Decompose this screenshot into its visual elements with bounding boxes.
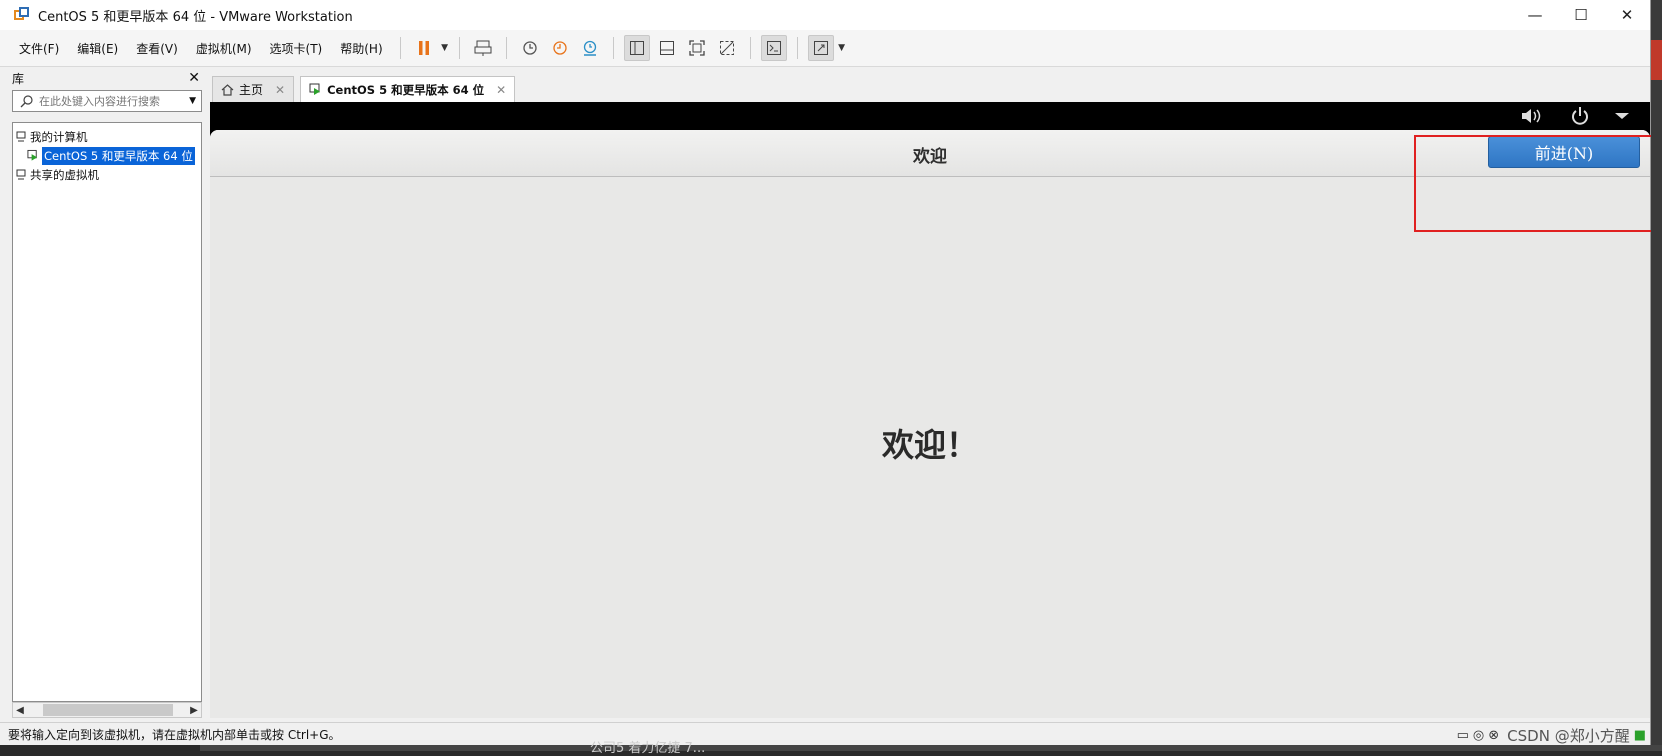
menu-vm[interactable]: 虚拟机(M) — [187, 40, 261, 57]
background-window-edge — [1651, 0, 1662, 751]
scroll-left-icon[interactable]: ◀ — [13, 705, 27, 716]
tree-item-shared-vms[interactable]: 共享的虚拟机 — [13, 165, 201, 184]
library-close-button[interactable]: ✕ — [188, 70, 200, 86]
revert-snapshot-button[interactable] — [547, 35, 573, 61]
scroll-right-icon[interactable]: ▶ — [187, 705, 201, 716]
library-title: 库 — [12, 71, 25, 86]
menu-toolbar: 文件(F) 编辑(E) 查看(V) 虚拟机(M) 选项卡(T) 帮助(H) ▼ — [0, 30, 1650, 67]
tab-label: CentOS 5 和更早版本 64 位 — [327, 82, 485, 97]
window-controls: — ☐ ✕ — [1512, 0, 1650, 30]
power-icon[interactable] — [1568, 106, 1592, 126]
tree-item-label: 我的计算机 — [30, 129, 88, 144]
minimize-button[interactable]: — — [1512, 0, 1558, 30]
show-thumbnail-bar-button[interactable] — [654, 35, 680, 61]
keyboard-send-icon — [474, 40, 492, 56]
vm-running-icon — [309, 83, 322, 96]
revert-snapshot-icon — [552, 41, 567, 55]
full-screen-icon — [688, 40, 705, 56]
library-search-input[interactable] — [35, 93, 185, 109]
tree-item-vm-centos[interactable]: CentOS 5 和更早版本 64 位 — [13, 146, 201, 165]
library-search: ▼ — [12, 90, 202, 112]
tab-vm-centos[interactable]: CentOS 5 和更早版本 64 位 ✕ — [300, 76, 516, 102]
welcome-heading: 欢迎！ — [881, 426, 978, 464]
title-bar: CentOS 5 和更早版本 64 位 - VMware Workstation… — [0, 0, 1650, 30]
close-button[interactable]: ✕ — [1604, 0, 1650, 30]
device-status-icons: ▭ ◎ ⊗ CSDN @郑小方醒 ■ — [1457, 725, 1646, 745]
snapshot-manager-icon — [583, 40, 596, 56]
send-ctrl-alt-del-button[interactable] — [470, 35, 496, 61]
library-horizontal-scrollbar[interactable]: ◀ ▶ — [12, 702, 202, 718]
menu-tabs[interactable]: 选项卡(T) — [261, 40, 332, 57]
tab-home[interactable]: 主页 ✕ — [212, 76, 295, 102]
console-view-button[interactable] — [760, 35, 787, 61]
chevron-down-icon[interactable] — [1614, 111, 1630, 121]
menu-help[interactable]: 帮助(H) — [331, 40, 391, 57]
tab-close-icon[interactable]: ✕ — [496, 83, 506, 97]
search-icon — [20, 95, 33, 108]
watermark-text: CSDN @郑小方醒 — [1507, 727, 1630, 745]
background-window-accent — [1651, 40, 1662, 80]
home-icon — [221, 83, 234, 96]
stretch-icon — [813, 41, 828, 55]
vmware-logo-icon — [14, 7, 30, 23]
tab-bar: 主页 ✕ CentOS 5 和更早版本 64 位 ✕ — [212, 74, 521, 102]
toolbar-separator — [796, 37, 798, 59]
toolbar-separator — [458, 37, 460, 59]
library-header: 库 ✕ — [8, 68, 204, 88]
computer-icon — [15, 131, 27, 143]
stretch-dropdown-icon[interactable]: ▼ — [836, 35, 848, 61]
status-bar: 要将输入定向到该虚拟机，请在虚拟机内部单击或按 Ctrl+G。 ▭ ◎ ⊗ CS… — [0, 722, 1650, 745]
unity-button[interactable] — [714, 35, 740, 61]
snapshot-manager-button[interactable] — [577, 35, 603, 61]
menu-view[interactable]: 查看(V) — [127, 40, 187, 57]
terminal-icon — [766, 41, 781, 55]
pause-button[interactable] — [411, 35, 437, 61]
scroll-thumb[interactable] — [43, 704, 173, 716]
thumbnail-view-icon — [659, 41, 674, 55]
library-tree: 我的计算机 CentOS 5 和更早版本 64 位 共享的虚拟机 — [12, 122, 202, 702]
vm-running-icon — [27, 149, 39, 162]
background-window-strip — [200, 745, 1662, 751]
pause-icon — [418, 41, 429, 55]
snapshot-icon — [522, 41, 537, 55]
background-window-text: 公司5 着力亿捷 7... — [590, 741, 706, 756]
network-icon[interactable]: ⊗ — [1488, 728, 1499, 743]
status-message: 要将输入定向到该虚拟机，请在虚拟机内部单击或按 Ctrl+G。 — [8, 728, 341, 742]
message-icon[interactable]: ■ — [1634, 728, 1646, 743]
menu-edit[interactable]: 编辑(E) — [68, 40, 127, 57]
shared-vm-icon — [15, 169, 27, 181]
volume-icon[interactable] — [1520, 107, 1546, 125]
stretch-guest-button[interactable] — [807, 35, 834, 61]
cd-rom-icon[interactable]: ◎ — [1473, 728, 1484, 743]
toolbar-separator — [399, 37, 401, 59]
search-dropdown-icon[interactable]: ▼ — [184, 96, 201, 106]
vmware-window: CentOS 5 和更早版本 64 位 - VMware Workstation… — [0, 0, 1651, 745]
library-view-icon — [629, 41, 644, 55]
tree-item-label: 共享的虚拟机 — [30, 167, 99, 182]
unity-icon — [719, 41, 734, 55]
hard-disk-icon[interactable]: ▭ — [1457, 728, 1469, 743]
tree-item-my-computer[interactable]: 我的计算机 — [13, 127, 201, 146]
snapshot-button[interactable] — [517, 35, 543, 61]
toolbar-separator — [505, 37, 507, 59]
menu-file[interactable]: 文件(F) — [10, 40, 68, 57]
full-screen-button[interactable] — [684, 35, 710, 61]
toolbar-separator — [749, 37, 751, 59]
toolbar-separator — [612, 37, 614, 59]
tab-label: 主页 — [239, 83, 264, 97]
window-title: CentOS 5 和更早版本 64 位 - VMware Workstation — [38, 9, 353, 25]
tab-close-icon[interactable]: ✕ — [275, 83, 285, 97]
show-library-button[interactable] — [623, 35, 650, 61]
tree-item-label: CentOS 5 和更早版本 64 位 — [42, 146, 195, 165]
library-panel: 库 ✕ ▼ 我的计算机 CentOS 5 和更早版本 64 位 — [8, 68, 204, 718]
guest-top-panel — [210, 102, 1650, 130]
power-dropdown-icon[interactable]: ▼ — [439, 35, 451, 61]
annotation-highlight-box — [1414, 135, 1662, 232]
maximize-button[interactable]: ☐ — [1558, 0, 1604, 30]
